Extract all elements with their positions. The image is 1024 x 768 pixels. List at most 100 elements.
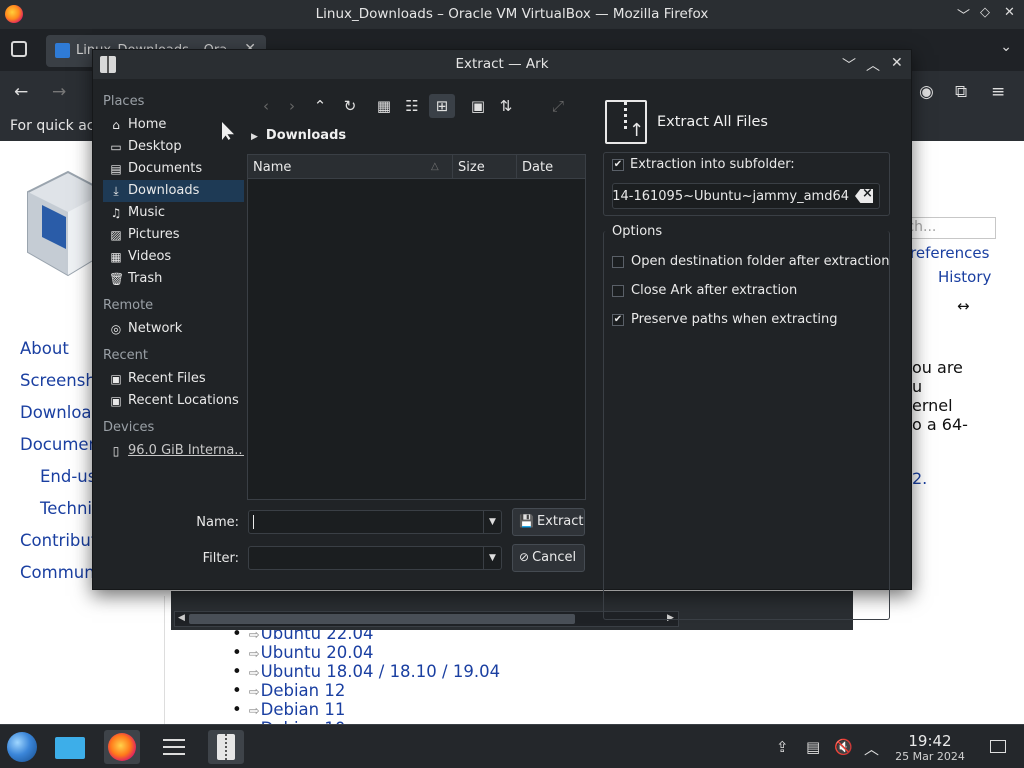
home-icon: ⌂: [112, 118, 120, 132]
reload-icon[interactable]: ↻: [337, 94, 363, 118]
extract-button[interactable]: 💾 Extract: [512, 508, 585, 536]
place-documents[interactable]: ▤ Documents: [103, 158, 244, 180]
close-ark-checkbox[interactable]: [612, 285, 624, 297]
download-list-item[interactable]: ⇨Debian 12: [232, 681, 346, 700]
nav-link-community[interactable]: Commun: [20, 563, 95, 582]
back-icon[interactable]: ←: [14, 82, 28, 102]
drive-icon: ▯: [112, 444, 120, 458]
name-label: Name:: [196, 515, 239, 530]
preview-icon[interactable]: ▣: [465, 94, 491, 118]
clock-time[interactable]: 19:42: [900, 732, 960, 750]
options-icon[interactable]: ⤢: [545, 94, 571, 118]
chevron-right-icon: ▶: [251, 132, 258, 142]
options-group: Open destination folder after extraction…: [603, 231, 890, 620]
taskbar-settings[interactable]: [156, 730, 192, 764]
place-recent-locations[interactable]: ▣ Recent Locations: [103, 390, 244, 412]
nav-link-technical[interactable]: Techni: [40, 499, 92, 518]
place-network[interactable]: ◎ Network: [103, 318, 244, 340]
download-list-item[interactable]: ⇨Ubuntu 20.04: [232, 643, 374, 662]
nav-link-downloads[interactable]: Downloa: [20, 403, 92, 422]
list-all-tabs-icon[interactable]: [11, 41, 27, 57]
nav-link-end-user[interactable]: End-us: [40, 467, 96, 486]
compact-view-icon[interactable]: ☷: [399, 94, 425, 118]
devices-section-title: Devices: [103, 420, 155, 435]
filter-combobox[interactable]: ▼: [248, 546, 502, 570]
minimize-icon[interactable]: ﹀: [957, 5, 970, 24]
sort-indicator-icon: △: [431, 161, 439, 172]
cancel-button[interactable]: ⊘ Cancel: [512, 544, 585, 572]
taskbar-file-manager[interactable]: [52, 730, 88, 764]
subfolder-group: Extraction into subfolder: 7.0.14-161095…: [603, 152, 890, 216]
clock-date[interactable]: 25 Mar 2024: [886, 750, 974, 763]
extensions-icon[interactable]: ⧉: [955, 82, 967, 102]
parent-folder-icon[interactable]: ⌃: [307, 94, 333, 118]
account-icon[interactable]: ◉: [919, 82, 934, 102]
place-downloads[interactable]: ⤓ Downloads: [103, 180, 244, 202]
place-trash[interactable]: 🗑 Trash: [103, 268, 244, 290]
nav-link-contribute[interactable]: Contribut: [20, 531, 97, 550]
dialog-title: Extract — Ark: [455, 56, 549, 72]
body-text-line: u: [912, 377, 923, 396]
menu-icon[interactable]: ≡: [991, 82, 1005, 102]
maximize-icon[interactable]: ◇: [980, 5, 990, 20]
extract-dialog: Extract — Ark ﹀ ︿ ✕ Places ⌂ Home ▭ Deskto…: [92, 49, 912, 620]
show-desktop-icon[interactable]: [990, 740, 1006, 753]
place-music[interactable]: ♫ Music: [103, 202, 244, 224]
place-recent-files[interactable]: ▣ Recent Files: [103, 368, 244, 390]
chevron-down-icon[interactable]: ⌄: [1000, 39, 1012, 55]
close-icon[interactable]: ✕: [891, 55, 903, 71]
nav-link-documentation[interactable]: Documen: [20, 435, 99, 454]
place-internal-drive[interactable]: ▯ 96.0 GiB Interna...: [103, 440, 244, 462]
scrollbar-thumb[interactable]: [189, 614, 575, 624]
chevron-down-icon[interactable]: ▼: [483, 547, 501, 569]
column-header-date[interactable]: Date: [517, 155, 585, 179]
clear-text-icon[interactable]: [855, 189, 873, 203]
column-header-size[interactable]: Size: [453, 155, 517, 179]
scroll-left-icon[interactable]: ◀: [178, 613, 185, 623]
minimize-icon[interactable]: ﹀: [842, 55, 856, 75]
desktop-icon: ▭: [110, 140, 122, 154]
open-destination-checkbox[interactable]: [612, 256, 624, 268]
download-list-item[interactable]: ⇨Debian 11: [232, 700, 346, 719]
taskbar-ark[interactable]: [208, 730, 244, 764]
column-header-name[interactable]: Name: [248, 155, 453, 179]
subfolder-checkbox[interactable]: [612, 159, 624, 171]
volume-muted-icon[interactable]: 🔇: [834, 738, 853, 756]
preserve-paths-checkbox[interactable]: [612, 314, 624, 326]
close-icon[interactable]: ✕: [1004, 5, 1015, 20]
downloads-icon: ⤓: [113, 184, 119, 198]
body-text-line: ou are: [912, 358, 963, 377]
back-icon[interactable]: ‹: [253, 94, 279, 118]
extract-all-title: Extract All Files: [657, 114, 768, 130]
name-combobox[interactable]: ▼: [248, 510, 502, 534]
places-section-title: Places: [103, 94, 145, 109]
folder-icon: [55, 737, 85, 759]
updates-icon[interactable]: ⇪: [776, 738, 789, 756]
detail-tree-view-icon[interactable]: ⊞: [429, 94, 455, 118]
clipboard-icon[interactable]: ▤: [806, 738, 820, 756]
icon-view-icon[interactable]: ▦: [371, 94, 397, 118]
preferences-link[interactable]: references: [910, 244, 989, 262]
resize-arrow-icon: ↔: [957, 297, 970, 315]
breadcrumb[interactable]: ▶ Downloads: [251, 128, 346, 143]
chevron-up-icon[interactable]: ︿: [864, 738, 879, 759]
sort-icon[interactable]: ⇅: [493, 94, 519, 118]
place-videos[interactable]: ▦ Videos: [103, 246, 244, 268]
start-menu-button[interactable]: [4, 730, 40, 764]
download-list-item[interactable]: ⇨Ubuntu 18.04 / 18.10 / 19.04: [232, 662, 500, 681]
nav-link-screenshots[interactable]: Screensh: [20, 371, 96, 390]
recent-locations-icon: ▣: [110, 394, 122, 408]
forward-icon[interactable]: ›: [279, 94, 305, 118]
body-link[interactable]: 2.: [912, 469, 927, 488]
forward-icon[interactable]: →: [52, 82, 66, 102]
file-list[interactable]: Name △ Size Date: [247, 154, 586, 500]
place-pictures[interactable]: ▨ Pictures: [103, 224, 244, 246]
chevron-down-icon[interactable]: ▼: [483, 511, 501, 533]
place-desktop[interactable]: ▭ Desktop: [103, 136, 244, 158]
taskbar: ⇪ ▤ 🔇 ︿ 19:42 25 Mar 2024: [0, 724, 1024, 768]
subfolder-input[interactable]: 7.0.14-161095~Ubuntu~jammy_amd64: [612, 183, 880, 209]
taskbar-firefox[interactable]: [104, 730, 140, 764]
history-link[interactable]: History: [938, 268, 991, 286]
nav-link-about[interactable]: About: [20, 339, 69, 358]
maximize-icon[interactable]: ︿: [866, 55, 880, 75]
